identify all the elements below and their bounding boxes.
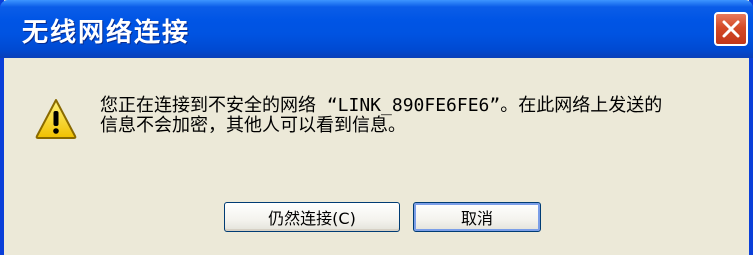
title-bar[interactable]: 无线网络连接 bbox=[0, 0, 753, 58]
window-title: 无线网络连接 bbox=[22, 18, 191, 48]
message-line: 您正在连接到不安全的网络 “LINK_890FE6FE6”。在此网络上发送的 bbox=[100, 95, 663, 116]
warning-icon bbox=[35, 99, 77, 139]
close-icon bbox=[722, 20, 740, 38]
dialog-window: 无线网络连接 您正在连接到不安全的网络 “LINK_890FE6FE6”。在此网… bbox=[0, 0, 753, 255]
cancel-button[interactable]: 取消 bbox=[413, 202, 541, 232]
close-button[interactable] bbox=[714, 12, 748, 46]
connect-anyway-button[interactable]: 仍然连接(C) bbox=[224, 202, 400, 232]
message-line: 信息不会加密，其他人可以看到信息。 bbox=[100, 115, 406, 136]
dialog-message: 您正在连接到不安全的网络 “LINK_890FE6FE6”。在此网络上发送的 信… bbox=[100, 96, 740, 136]
